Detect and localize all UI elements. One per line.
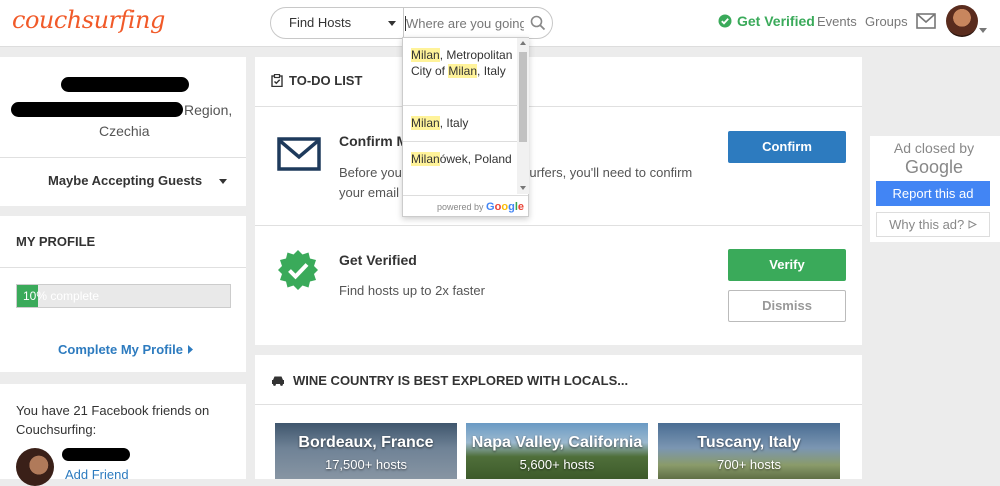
destination-name: Napa Valley, California bbox=[471, 434, 643, 451]
friend-avatar[interactable] bbox=[16, 448, 54, 486]
my-profile-heading: MY PROFILE bbox=[16, 234, 96, 249]
confirm-desc-end: your email a bbox=[339, 185, 410, 200]
search-bar: Find Hosts bbox=[270, 7, 553, 39]
destination-name: Bordeaux, France bbox=[298, 434, 434, 451]
scroll-up-icon[interactable] bbox=[520, 41, 526, 45]
autocomplete-text: , Italy bbox=[477, 64, 506, 78]
chevron-right-icon bbox=[187, 345, 193, 354]
location-region: Region, bbox=[184, 102, 233, 118]
destination-hosts: 17,500+ hosts bbox=[324, 457, 408, 472]
wine-title: WINE COUNTRY IS BEST EXPLORED WITH LOCAL… bbox=[293, 373, 629, 388]
car-icon bbox=[272, 376, 284, 386]
why-this-ad-label: Why this ad? bbox=[889, 217, 965, 232]
find-hosts-label: Find Hosts bbox=[289, 15, 352, 30]
scroll-down-icon[interactable] bbox=[520, 186, 526, 190]
get-verified-link[interactable]: Get Verified bbox=[718, 13, 815, 29]
search-input[interactable] bbox=[406, 12, 524, 34]
redacted-location bbox=[11, 102, 183, 117]
find-hosts-select[interactable]: Find Hosts bbox=[271, 8, 404, 38]
facebook-friends-text: You have 21 Facebook friends on Couchsur… bbox=[16, 403, 210, 437]
destination-tile-bordeaux[interactable]: Bordeaux, France 17,500+ hosts bbox=[275, 423, 457, 479]
redacted-friend-name bbox=[62, 448, 130, 461]
match-highlight: Milan bbox=[411, 152, 440, 166]
autocomplete-item[interactable]: Milan, Metropolitan City of Milan, Italy bbox=[403, 47, 517, 79]
divider bbox=[255, 225, 862, 226]
check-circle-icon bbox=[718, 14, 732, 28]
google-logo: Google bbox=[486, 201, 524, 213]
clipboard-check-icon bbox=[271, 74, 283, 87]
confirm-email-description: Before you uchsurfers, you'll need to con… bbox=[339, 163, 729, 203]
divider bbox=[403, 141, 517, 142]
search-icon[interactable] bbox=[529, 14, 547, 32]
report-ad-button[interactable]: Report this ad bbox=[876, 181, 990, 206]
chevron-down-icon bbox=[388, 21, 396, 26]
confirm-email-title: Confirm M bbox=[339, 133, 409, 149]
confirm-button[interactable]: Confirm bbox=[728, 131, 846, 163]
divider bbox=[0, 267, 246, 268]
complete-profile-link[interactable]: Complete My Profile bbox=[58, 342, 194, 357]
autocomplete-item[interactable]: Milanówek, Poland bbox=[403, 151, 517, 167]
get-verified-title: Get Verified bbox=[339, 252, 417, 268]
play-outline-icon bbox=[968, 220, 978, 229]
wine-country-card: WINE COUNTRY IS BEST EXPLORED WITH LOCAL… bbox=[255, 355, 862, 479]
todo-list-card: TO-DO LIST Confirm M Before you uchsurfer… bbox=[255, 57, 862, 345]
ad-panel: Ad closed by Google Report this ad Why t… bbox=[870, 136, 1000, 242]
destination-tile-tuscany[interactable]: Tuscany, Italy 700+ hosts bbox=[658, 423, 840, 479]
get-verified-label: Get Verified bbox=[737, 13, 815, 29]
autocomplete-text: , Italy bbox=[439, 116, 469, 130]
location-country: Czechia bbox=[99, 123, 150, 139]
powered-by-google: powered by Google bbox=[403, 195, 528, 217]
verify-button[interactable]: Verify bbox=[728, 249, 846, 281]
divider bbox=[255, 404, 862, 405]
powered-by-text: powered by bbox=[437, 202, 484, 212]
google-text: Google bbox=[904, 157, 964, 177]
redacted-name bbox=[61, 77, 189, 92]
autocomplete-dropdown: Milan, Metropolitan City of Milan, Italy… bbox=[402, 37, 529, 217]
match-highlight: Milan bbox=[448, 64, 478, 78]
couchsurfing-logo[interactable]: couchsurfing bbox=[12, 6, 165, 34]
hosting-status-dropdown[interactable]: Maybe Accepting Guests bbox=[0, 157, 246, 205]
progress-label: 10% complete bbox=[23, 289, 100, 303]
todo-heading: TO-DO LIST bbox=[271, 73, 362, 88]
scrollbar-thumb[interactable] bbox=[519, 52, 527, 142]
confirm-desc-middle: uchsurfers, you'll need to confirm bbox=[501, 165, 693, 180]
my-profile-card: MY PROFILE 10% complete Complete My Prof… bbox=[0, 216, 246, 372]
chevron-down-icon[interactable] bbox=[979, 28, 987, 33]
autocomplete-text: ówek, Poland bbox=[439, 152, 512, 166]
dropdown-scrollbar[interactable] bbox=[517, 38, 529, 194]
match-highlight: Milan bbox=[411, 48, 440, 62]
dismiss-button[interactable]: Dismiss bbox=[728, 290, 846, 322]
why-this-ad-button[interactable]: Why this ad? bbox=[876, 212, 990, 237]
get-verified-description: Find hosts up to 2x faster bbox=[339, 283, 485, 298]
verified-badge-icon bbox=[278, 250, 318, 290]
divider bbox=[255, 106, 862, 107]
todo-title: TO-DO LIST bbox=[289, 73, 363, 88]
chevron-down-icon bbox=[219, 179, 227, 184]
destination-name: Tuscany, Italy bbox=[697, 434, 801, 451]
user-avatar[interactable] bbox=[946, 5, 978, 37]
mail-icon[interactable] bbox=[916, 13, 936, 29]
groups-link[interactable]: Groups bbox=[865, 14, 908, 29]
autocomplete-item[interactable]: Milan, Italy bbox=[403, 115, 517, 131]
match-highlight: Milan bbox=[411, 116, 440, 130]
envelope-icon bbox=[277, 137, 321, 171]
profile-progress-bar: 10% complete bbox=[16, 284, 231, 308]
events-link[interactable]: Events bbox=[817, 14, 857, 29]
destination-hosts: 5,600+ hosts bbox=[519, 457, 595, 472]
facebook-friends-card: You have 21 Facebook friends on Couchsur… bbox=[0, 384, 246, 486]
destination-tile-napa-valley[interactable]: Napa Valley, California 5,600+ hosts bbox=[466, 423, 648, 479]
ad-closed-text: Ad closed by bbox=[893, 140, 975, 156]
add-friend-link[interactable]: Add Friend bbox=[65, 467, 129, 482]
confirm-desc-start: Before you bbox=[339, 165, 402, 180]
destination-hosts: 700+ hosts bbox=[717, 457, 781, 472]
wine-heading: WINE COUNTRY IS BEST EXPLORED WITH LOCAL… bbox=[271, 373, 628, 388]
complete-profile-label: Complete My Profile bbox=[58, 342, 183, 357]
hosting-status-label: Maybe Accepting Guests bbox=[48, 173, 203, 188]
divider bbox=[403, 105, 517, 106]
